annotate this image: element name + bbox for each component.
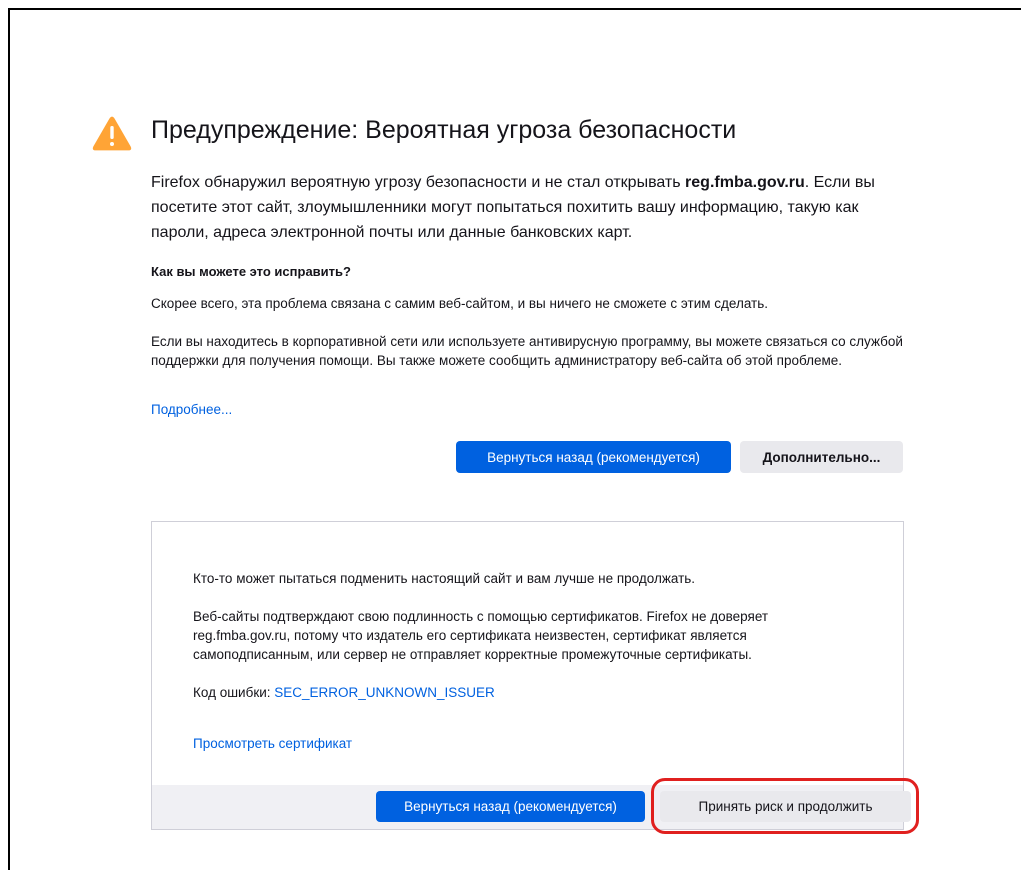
error-code-link[interactable]: SEC_ERROR_UNKNOWN_ISSUER: [274, 685, 495, 700]
how-to-fix-heading: Как вы можете это исправить?: [151, 264, 351, 279]
page-title: Предупреждение: Вероятная угроза безопас…: [151, 116, 737, 144]
go-back-button[interactable]: Вернуться назад (рекомендуется): [456, 441, 731, 473]
how-to-fix-paragraph-2: Если вы находитесь в корпоративной сети …: [151, 334, 903, 368]
intro-text: Firefox обнаружил вероятную угрозу безоп…: [151, 170, 911, 245]
advanced-button[interactable]: Дополнительно...: [740, 441, 903, 473]
warning-triangle-icon: [92, 116, 132, 151]
error-code-line: Код ошибки: SEC_ERROR_UNKNOWN_ISSUER: [193, 683, 495, 702]
how-to-fix-paragraph-1: Скорее всего, эта проблема связана с сам…: [151, 296, 769, 311]
advanced-panel: [151, 521, 904, 830]
advanced-text-2: Веб-сайты подтверждают свою подлинность …: [193, 609, 769, 662]
learn-more-link[interactable]: Подробнее...: [151, 402, 232, 417]
error-code-label: Код ошибки:: [193, 685, 275, 700]
advanced-text-1: Кто-то может пытаться подменить настоящи…: [193, 571, 696, 586]
intro-text-start: Firefox обнаружил вероятную угрозу безоп…: [151, 174, 686, 191]
intro-host: reg.fmba.gov.ru: [685, 174, 805, 191]
go-back-button-secondary[interactable]: Вернуться назад (рекомендуется): [376, 791, 645, 822]
accept-risk-button[interactable]: Принять риск и продолжить: [660, 791, 911, 822]
view-certificate-link[interactable]: Просмотреть сертификат: [193, 736, 352, 751]
